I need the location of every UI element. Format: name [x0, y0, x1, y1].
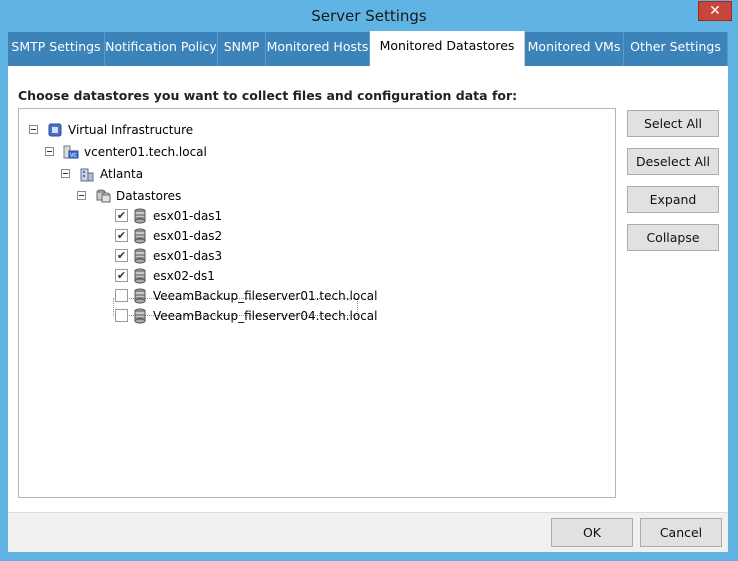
- tab-other-settings[interactable]: Other Settings: [624, 32, 728, 66]
- tab-smtp-settings[interactable]: SMTP Settings: [8, 32, 105, 66]
- tab-monitored-hosts[interactable]: Monitored Hosts: [266, 32, 370, 66]
- tree-node-label: vcenter01.tech.local: [84, 145, 207, 159]
- close-button[interactable]: ✕: [698, 1, 732, 21]
- server-settings-window: Server Settings ✕ SMTP Settings Notifica…: [0, 0, 738, 561]
- tab-snmp[interactable]: SNMP: [218, 32, 266, 66]
- datastore-icon: [133, 208, 149, 224]
- dialog-footer: OK Cancel: [8, 512, 728, 552]
- cancel-button[interactable]: Cancel: [640, 518, 722, 547]
- collapse-toggle-icon[interactable]: [29, 125, 38, 134]
- datastore-label: esx01-das2: [153, 229, 223, 243]
- datastore-checkbox[interactable]: ✔: [115, 269, 128, 282]
- tree-node-label: Atlanta: [100, 167, 144, 181]
- datastore-label: VeeamBackup_fileserver04.tech.local: [153, 309, 378, 323]
- datastores-prompt: Choose datastores you want to collect fi…: [18, 88, 518, 103]
- tree-node-label: Virtual Infrastructure: [68, 123, 194, 137]
- collapse-button[interactable]: Collapse: [627, 224, 719, 251]
- datastore-checkbox[interactable]: [115, 289, 128, 302]
- expand-button[interactable]: Expand: [627, 186, 719, 213]
- ok-button[interactable]: OK: [551, 518, 633, 547]
- window-title: Server Settings: [311, 7, 427, 25]
- datastore-label: esx01-das1: [153, 209, 223, 223]
- check-icon: ✔: [116, 269, 127, 282]
- check-icon: ✔: [116, 249, 127, 262]
- tab-notification-policy[interactable]: Notification Policy: [105, 32, 218, 66]
- tab-content-panel: Choose datastores you want to collect fi…: [8, 66, 728, 512]
- close-icon: ✕: [709, 3, 721, 19]
- check-icon: ✔: [116, 229, 127, 242]
- collapse-toggle-icon[interactable]: [61, 169, 70, 178]
- check-icon: ✔: [116, 209, 127, 222]
- tab-monitored-vms[interactable]: Monitored VMs: [525, 32, 624, 66]
- tree-node-label: Datastores: [116, 189, 182, 203]
- tab-monitored-datastores[interactable]: Monitored Datastores: [370, 31, 525, 66]
- datacenter-icon: [79, 166, 95, 182]
- datastore-icon: [133, 288, 149, 304]
- datastores-folder-icon: [95, 188, 111, 204]
- title-bar[interactable]: Server Settings ✕: [0, 0, 738, 32]
- collapse-toggle-icon[interactable]: [45, 147, 54, 156]
- collapse-toggle-icon[interactable]: [77, 191, 86, 200]
- datastore-icon: [133, 228, 149, 244]
- datastore-checkbox[interactable]: ✔: [115, 249, 128, 262]
- datastore-label: esx01-das3: [153, 249, 223, 263]
- datastore-checkbox[interactable]: [115, 309, 128, 322]
- datastore-label: VeeamBackup_fileserver01.tech.local: [153, 289, 378, 303]
- datastore-icon: [133, 308, 149, 324]
- virtual-infrastructure-icon: [47, 122, 63, 138]
- datastore-icon: [133, 268, 149, 284]
- select-all-button[interactable]: Select All: [627, 110, 719, 137]
- tab-strip: SMTP Settings Notification Policy SNMP M…: [8, 31, 728, 66]
- deselect-all-button[interactable]: Deselect All: [627, 148, 719, 175]
- svg-text:VC: VC: [70, 153, 77, 159]
- datastore-checkbox[interactable]: ✔: [115, 229, 128, 242]
- datastore-label: esx02-ds1: [153, 269, 215, 283]
- datastore-icon: [133, 248, 149, 264]
- datastore-checkbox[interactable]: ✔: [115, 209, 128, 222]
- vcenter-icon: VC: [63, 144, 79, 160]
- datastores-tree[interactable]: Virtual Infrastructure VC vcenter01.tech…: [18, 108, 616, 498]
